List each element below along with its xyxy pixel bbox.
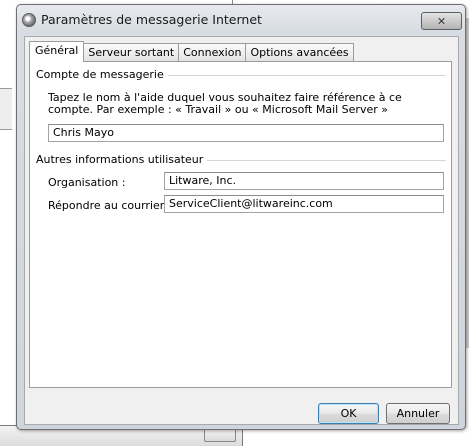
organization-input[interactable]: Litware, Inc. [164, 172, 444, 190]
internet-email-settings-dialog: Paramètres de messagerie Internet ✕ Géné… [16, 4, 466, 430]
background-window-button [204, 428, 236, 442]
tab-connection[interactable]: Connexion [178, 43, 247, 61]
tab-strip: Général Serveur sortant Connexion Option… [29, 41, 354, 62]
reply-email-input[interactable]: ServiceClient@litwareinc.com [164, 195, 444, 213]
close-button[interactable]: ✕ [421, 12, 462, 30]
tab-advanced-options[interactable]: Options avancées [245, 43, 354, 61]
close-icon: ✕ [436, 14, 447, 28]
organization-label: Organisation : [48, 176, 126, 189]
tab-general[interactable]: Général [29, 41, 85, 62]
reply-email-label: Répondre au courrier : [48, 199, 172, 212]
title-bar[interactable]: Paramètres de messagerie Internet ✕ [17, 5, 465, 33]
background-window-panel [0, 88, 12, 130]
cancel-button[interactable]: Annuler [386, 403, 450, 424]
account-name-input[interactable]: Chris Mayo [48, 124, 444, 142]
tab-outgoing-server[interactable]: Serveur sortant [83, 43, 180, 61]
ok-button[interactable]: OK [318, 403, 379, 424]
window-title: Paramètres de messagerie Internet [41, 12, 262, 27]
account-description: Tapez le nom à l'aide duquel vous souhai… [48, 91, 402, 116]
general-tab-panel: Compte de messagerie Tapez le nom à l'ai… [29, 61, 452, 388]
user-info-group-label: Autres informations utilisateur [36, 153, 208, 166]
account-group-label: Compte de messagerie [36, 68, 168, 81]
settings-app-icon [22, 13, 36, 27]
dialog-client-area: Général Serveur sortant Connexion Option… [24, 36, 459, 425]
